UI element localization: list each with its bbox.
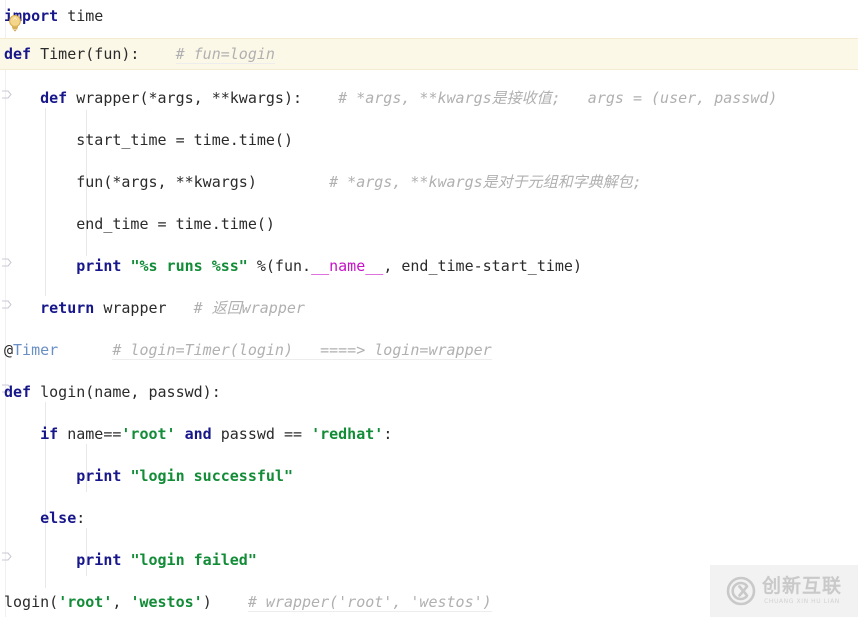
code-line[interactable]: @Timer # login=Timer(login) ====> login=… (0, 334, 858, 366)
code-token-kw: print (76, 467, 122, 485)
code-token-cmt: # 返回wrapper (193, 299, 305, 317)
code-line[interactable]: end_time = time.time() (0, 208, 858, 240)
code-token-str: 'root' (121, 425, 176, 443)
code-token-kw: else (40, 509, 77, 527)
code-line-content: fun(*args, **kwargs) # *args, **kwargs是对… (0, 166, 642, 198)
code-token-kw: def (4, 383, 32, 401)
code-line[interactable]: fun(*args, **kwargs) # *args, **kwargs是对… (0, 166, 858, 198)
code-token-kw: if (40, 425, 59, 443)
code-token-plain: end_time = time.time() (4, 215, 275, 233)
code-token-kw: return (40, 299, 95, 317)
code-token-str: 'redhat' (311, 425, 384, 443)
code-token-plain: %(fun. (247, 257, 312, 275)
code-line-content: @Timer # login=Timer(login) ====> login=… (0, 334, 492, 366)
code-token-kw: def (4, 45, 32, 63)
code-token-str: "login successful" (130, 467, 293, 485)
code-token-plain: time (58, 7, 104, 25)
code-token-kw: and (184, 425, 212, 443)
code-line[interactable]: def wrapper(*args, **kwargs): # *args, *… (0, 82, 858, 114)
code-token-str: "%s runs %ss" (130, 257, 248, 275)
code-token-plain: passwd == (211, 425, 312, 443)
code-token-plain: : (76, 509, 86, 527)
code-token-plain: Timer(fun): (31, 45, 140, 63)
watermark-chinese: 创新互联 (761, 575, 842, 597)
code-token-plain: , (112, 593, 131, 611)
code-token-cmt: # *args, **kwargs是对于元组和字典解包; (329, 173, 642, 191)
code-token-kw: print (76, 551, 122, 569)
code-token-kw: print (76, 257, 122, 275)
code-token-deco: Timer (13, 341, 59, 359)
code-line[interactable]: if name=='root' and passwd == 'redhat': (0, 418, 858, 450)
code-line[interactable]: print "login successful" (0, 460, 858, 492)
code-token-cmt: # login=Timer(login) ====> login=wrapper (112, 341, 492, 360)
code-token-cmt: # *args, **kwargs是接收值; args = (user, pas… (338, 89, 778, 107)
code-token-plain: start_time = time.time() (4, 131, 293, 149)
code-line[interactable]: def Timer(fun): # fun=login (0, 38, 858, 70)
code-token-plain: @ (4, 341, 14, 359)
code-token-cmt: # fun=login (175, 45, 275, 64)
code-line-content: def login(name, passwd): (0, 376, 221, 408)
code-line-content: start_time = time.time() (0, 124, 293, 156)
code-token-plain: : (383, 425, 393, 443)
code-token-cmt: # wrapper('root', 'westos') (247, 593, 492, 612)
code-line[interactable]: def login(name, passwd): (0, 376, 858, 408)
code-token-plain: , end_time-start_time) (383, 257, 582, 275)
code-text-layer[interactable]: import time def Timer(fun): # fun=login d… (0, 0, 858, 617)
code-token-plain: ) (202, 593, 212, 611)
code-line-content: def Timer(fun): # fun=login (0, 39, 275, 69)
code-token-str: "login failed" (130, 551, 257, 569)
code-line-content: if name=='root' and passwd == 'redhat': (0, 418, 392, 450)
code-token-plain: login(name, passwd): (31, 383, 221, 401)
code-line[interactable]: import time (0, 0, 858, 32)
watermark-text: 创新互联 CHUANG XIN HU LIAN (762, 577, 842, 605)
code-token-plain: wrapper(*args, **kwargs): (67, 89, 303, 107)
code-editor[interactable]: import time def Timer(fun): # fun=login d… (0, 0, 858, 617)
code-line[interactable]: return wrapper # 返回wrapper (0, 292, 858, 324)
code-token-dunder: __name__ (311, 257, 384, 275)
code-line-content: login('root', 'westos') # wrapper('root'… (0, 586, 492, 618)
code-token-plain: wrapper (94, 299, 167, 317)
code-line[interactable]: print "%s runs %ss" %(fun.__name__, end_… (0, 250, 858, 282)
code-token-plain: login( (4, 593, 59, 611)
code-line-content: def wrapper(*args, **kwargs): # *args, *… (0, 82, 777, 114)
code-line-content: print "%s runs %ss" %(fun.__name__, end_… (0, 250, 582, 282)
code-line-content: end_time = time.time() (0, 208, 275, 240)
code-token-str: 'westos' (130, 593, 203, 611)
code-token-plain: fun(*args, **kwargs) (4, 173, 257, 191)
code-token-str: 'root' (58, 593, 113, 611)
cx-circle-logo-icon (726, 576, 756, 606)
code-line-content: print "login successful" (0, 460, 293, 492)
code-line-content: return wrapper # 返回wrapper (0, 292, 305, 324)
code-token-plain: name== (58, 425, 122, 443)
code-line[interactable]: start_time = time.time() (0, 124, 858, 156)
watermark-pinyin: CHUANG XIN HU LIAN (764, 598, 840, 605)
watermark: 创新互联 CHUANG XIN HU LIAN (710, 565, 858, 617)
code-line[interactable]: else: (0, 502, 858, 534)
code-token-kw: def (40, 89, 68, 107)
code-line-content: print "login failed" (0, 544, 257, 576)
lightbulb-icon[interactable] (7, 14, 23, 32)
code-line-content: else: (0, 502, 85, 534)
